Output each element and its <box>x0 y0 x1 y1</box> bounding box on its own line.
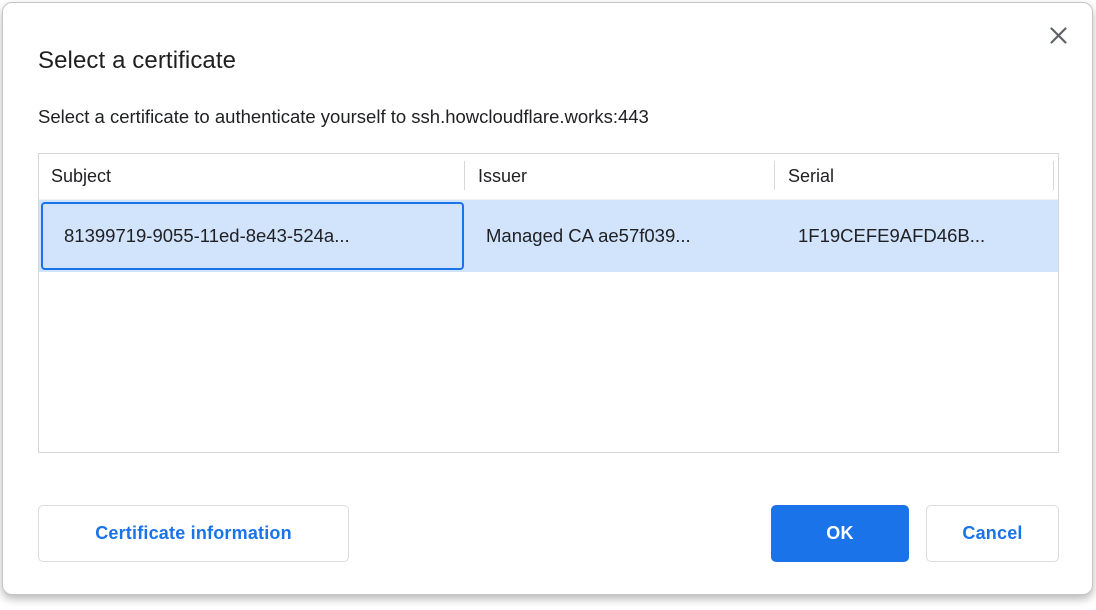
ok-button[interactable]: OK <box>771 505 909 562</box>
screen: Select a certificate Select a certificat… <box>0 0 1096 610</box>
cancel-button[interactable]: Cancel <box>926 505 1059 562</box>
column-header-subject[interactable]: Subject <box>39 154 464 199</box>
table-row-certificate-selected[interactable]: 81399719-9055-11ed-8e43-524a... Managed … <box>39 200 1058 272</box>
close-icon <box>1049 26 1068 45</box>
column-header-serial[interactable]: Serial <box>774 154 1053 199</box>
certificate-information-button[interactable]: Certificate information <box>38 505 349 562</box>
table-header-row: Subject Issuer Serial <box>39 154 1058 200</box>
certificate-picker-dialog: Select a certificate Select a certificat… <box>2 2 1093 595</box>
column-header-issuer[interactable]: Issuer <box>464 154 774 199</box>
cell-subject[interactable]: 81399719-9055-11ed-8e43-524a... <box>41 202 464 270</box>
page-title: Select a certificate <box>38 47 236 75</box>
close-button[interactable] <box>1046 23 1070 47</box>
dialog-subtitle: Select a certificate to authenticate you… <box>38 106 649 128</box>
table-empty-area <box>39 272 1058 453</box>
cell-issuer[interactable]: Managed CA ae57f039... <box>464 200 776 272</box>
certificate-table: Subject Issuer Serial 81399719-9055-11ed… <box>38 153 1059 453</box>
cell-serial[interactable]: 1F19CEFE9AFD46B... <box>776 200 1058 272</box>
column-header-spacer <box>1053 154 1058 199</box>
